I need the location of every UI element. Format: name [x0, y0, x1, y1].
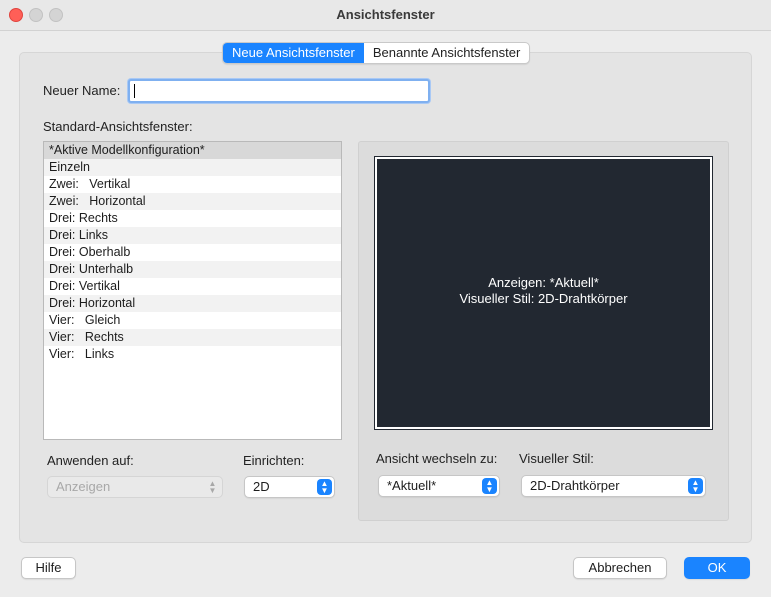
change-view-value: *Aktuell* — [387, 478, 437, 493]
list-item[interactable]: Einzeln — [44, 159, 341, 176]
preview-style-line: Visueller Stil: 2D-Drahtkörper — [459, 291, 628, 306]
list-item[interactable]: Zwei: Horizontal — [44, 193, 341, 210]
preview-text: Anzeigen: *Aktuell* Visueller Stil: 2D-D… — [377, 275, 710, 307]
new-name-input[interactable] — [128, 79, 430, 103]
visual-style-label: Visueller Stil: — [519, 451, 594, 466]
ok-button[interactable]: OK — [684, 557, 750, 579]
list-item[interactable]: Drei: Unterhalb — [44, 261, 341, 278]
preview-view-line: Anzeigen: *Aktuell* — [488, 275, 599, 290]
window-title: Ansichtsfenster — [336, 7, 435, 22]
list-item[interactable]: Vier: Links — [44, 346, 341, 363]
change-view-label: Ansicht wechseln zu: — [376, 451, 498, 466]
chevron-up-down-icon: ▲ ▼ — [317, 479, 332, 495]
list-item[interactable]: Drei: Rechts — [44, 210, 341, 227]
list-item[interactable]: Drei: Vertikal — [44, 278, 341, 295]
list-item[interactable]: Zwei: Vertikal — [44, 176, 341, 193]
chevron-up-down-icon: ▲ ▼ — [208, 479, 217, 495]
chevron-up-down-icon: ▲ ▼ — [688, 478, 703, 494]
setup-value: 2D — [253, 479, 270, 494]
tab-named-viewports[interactable]: Benannte Ansichtsfenster — [364, 43, 529, 63]
chevron-up-down-icon: ▲ ▼ — [482, 478, 497, 494]
standard-viewports-label: Standard-Ansichtsfenster: — [43, 119, 193, 134]
tab-bar: Neue Ansichtsfenster Benannte Ansichtsfe… — [222, 42, 531, 64]
apply-to-value: Anzeigen — [56, 479, 111, 494]
new-name-label: Neuer Name: — [43, 83, 121, 98]
list-item[interactable]: Drei: Horizontal — [44, 295, 341, 312]
list-item[interactable]: Vier: Gleich — [44, 312, 341, 329]
visual-style-value: 2D-Drahtkörper — [530, 478, 620, 493]
apply-to-label: Anwenden auf: — [47, 453, 134, 468]
change-view-select[interactable]: *Aktuell* ▲ ▼ — [378, 475, 500, 497]
list-item[interactable]: Drei: Oberhalb — [44, 244, 341, 261]
list-item[interactable]: *Aktive Modellkonfiguration* — [44, 142, 341, 159]
text-caret — [134, 84, 135, 98]
tab-new-viewports[interactable]: Neue Ansichtsfenster — [223, 43, 364, 63]
title-bar: Ansichtsfenster — [0, 0, 771, 31]
help-button[interactable]: Hilfe — [21, 557, 76, 579]
list-item[interactable]: Vier: Rechts — [44, 329, 341, 346]
setup-select[interactable]: 2D ▲ ▼ — [244, 476, 335, 498]
viewport-preview[interactable]: Anzeigen: *Aktuell* Visueller Stil: 2D-D… — [374, 156, 713, 430]
setup-label: Einrichten: — [243, 453, 305, 468]
apply-to-select: Anzeigen ▲ ▼ — [47, 476, 223, 498]
standard-viewports-list[interactable]: *Aktive Modellkonfiguration* Einzeln Zwe… — [43, 141, 342, 440]
list-item[interactable]: Drei: Links — [44, 227, 341, 244]
visual-style-select[interactable]: 2D-Drahtkörper ▲ ▼ — [521, 475, 706, 497]
cancel-button[interactable]: Abbrechen — [573, 557, 667, 579]
